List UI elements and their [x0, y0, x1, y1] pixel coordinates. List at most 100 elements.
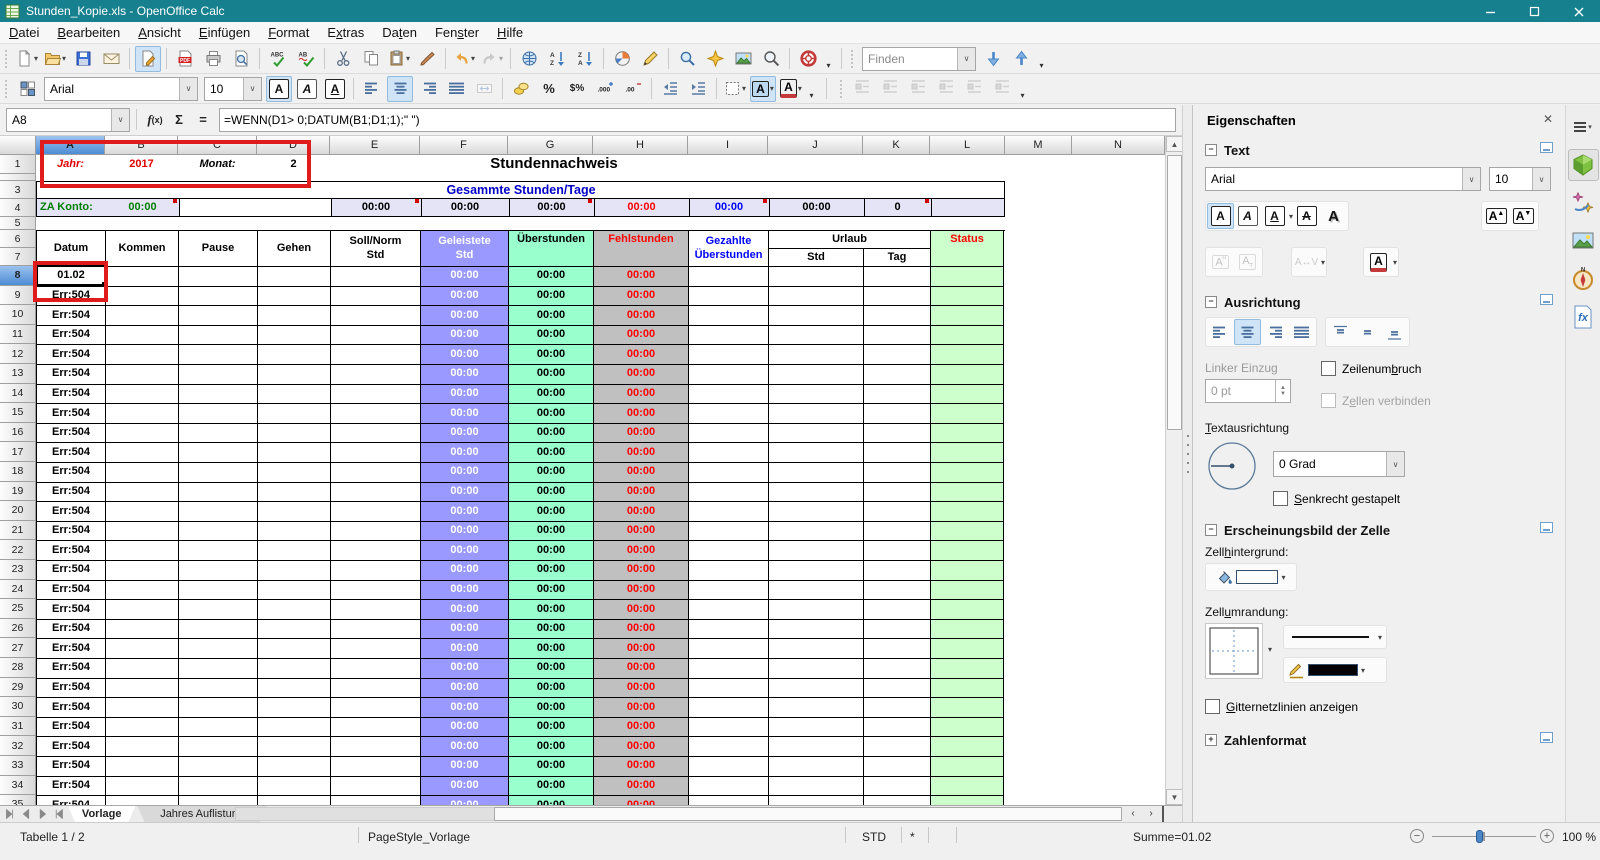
cell-d34[interactable]: [258, 776, 331, 797]
toolbar-overflow-button[interactable]: ▾: [1016, 76, 1029, 102]
cell-c33[interactable]: [179, 757, 258, 777]
cell-f25[interactable]: 00:00: [421, 600, 509, 620]
row-header-24[interactable]: 24: [0, 579, 36, 600]
cell-l31[interactable]: [931, 717, 1004, 738]
cell-l17[interactable]: [931, 443, 1004, 463]
cell-i28[interactable]: [689, 659, 769, 679]
cell-h18[interactable]: 00:00: [594, 463, 689, 483]
cell-h17[interactable]: 00:00: [594, 443, 689, 463]
cell-e17[interactable]: [331, 443, 421, 463]
standard-format-button[interactable]: $%: [564, 76, 590, 102]
cell-b24[interactable]: [106, 580, 179, 601]
cell-e23[interactable]: [331, 561, 421, 581]
tab-first-button[interactable]: [2, 806, 18, 822]
function-wizard-button[interactable]: f (x): [143, 109, 167, 131]
cell-k16[interactable]: [864, 423, 931, 444]
strikethrough-button[interactable]: A: [1293, 203, 1320, 229]
row-header-30[interactable]: 30: [0, 697, 36, 717]
cell-g30[interactable]: 00:00: [509, 698, 594, 718]
cell-c19[interactable]: [179, 482, 258, 503]
cell-d30[interactable]: [258, 698, 331, 718]
dialog-launcher-icon[interactable]: [1540, 142, 1553, 153]
zoom-out-button[interactable]: −: [1410, 829, 1424, 843]
cell-l20[interactable]: [931, 502, 1004, 522]
cell-c17[interactable]: [179, 443, 258, 463]
column-header-M[interactable]: M: [1005, 136, 1072, 155]
cell-i12[interactable]: [689, 345, 769, 365]
cell-a22[interactable]: Err:504: [37, 541, 106, 561]
cell-h30[interactable]: 00:00: [594, 698, 689, 718]
cell-h24[interactable]: 00:00: [594, 580, 689, 601]
cell-e27[interactable]: [331, 639, 421, 659]
cell-f33[interactable]: 00:00: [421, 757, 509, 777]
cell-h28[interactable]: 00:00: [594, 659, 689, 679]
cell-g25[interactable]: 00:00: [509, 600, 594, 620]
cell-g14[interactable]: 00:00: [509, 384, 594, 405]
cell-j35[interactable]: [769, 796, 864, 805]
styles-formatting-tab[interactable]: [1568, 187, 1599, 219]
cell-h26[interactable]: 00:00: [594, 619, 689, 640]
table-header-soll-norm-std[interactable]: Soll/Norm Std: [331, 231, 421, 267]
rotation-combobox[interactable]: 0 Grad ∨: [1273, 451, 1405, 477]
cell-h29[interactable]: 00:00: [594, 678, 689, 699]
cell-k29[interactable]: [864, 678, 931, 699]
row-header-26[interactable]: 26: [0, 618, 36, 639]
cell-j21[interactable]: [769, 521, 864, 542]
cell-f32[interactable]: 00:00: [421, 737, 509, 757]
cell-k32[interactable]: [864, 737, 931, 757]
cell-a10[interactable]: Err:504: [37, 306, 106, 326]
cell-h25[interactable]: 00:00: [594, 600, 689, 620]
cell-k28[interactable]: [864, 659, 931, 679]
print-button[interactable]: [200, 46, 226, 72]
cell-c11[interactable]: [179, 325, 258, 346]
cell-l27[interactable]: [931, 639, 1004, 659]
cell-i16[interactable]: [689, 423, 769, 444]
cell-c4-d4-empty[interactable]: [179, 199, 331, 216]
cell-h19[interactable]: 00:00: [594, 482, 689, 503]
superscript-button[interactable]: Aᴴ: [1207, 249, 1234, 275]
navigator-button[interactable]: [702, 46, 728, 72]
close-button[interactable]: [1556, 0, 1600, 22]
cell-f17[interactable]: 00:00: [421, 443, 509, 463]
cell-e32[interactable]: [331, 737, 421, 757]
cell-e35[interactable]: [331, 796, 421, 805]
page-preview-button[interactable]: [228, 46, 254, 72]
show-gridlines-checkbox[interactable]: Gitternetzlinien anzeigen: [1205, 699, 1358, 714]
cell-j32[interactable]: [769, 737, 864, 757]
cell-b8[interactable]: [106, 267, 179, 287]
cell-e10[interactable]: [331, 306, 421, 326]
cell-d25[interactable]: [258, 600, 331, 620]
valign-bottom-button[interactable]: [1381, 319, 1408, 345]
cell-f34[interactable]: 00:00: [421, 776, 509, 797]
section-cell-appearance[interactable]: − Erscheinungsbild der Zelle: [1193, 519, 1566, 541]
cell-l16[interactable]: [931, 423, 1004, 444]
cell-k23[interactable]: [864, 561, 931, 581]
cell-e21[interactable]: [331, 521, 421, 542]
cell-i4-total[interactable]: 00:00: [689, 199, 769, 216]
section-number-format[interactable]: + Zahlenformat: [1193, 729, 1566, 751]
cell-k34[interactable]: [864, 776, 931, 797]
cell-e9[interactable]: [331, 286, 421, 307]
cell-d23[interactable]: [258, 561, 331, 581]
valign-middle-button[interactable]: [1354, 319, 1381, 345]
pane-splitter[interactable]: [1162, 806, 1164, 822]
cell-i19[interactable]: [689, 482, 769, 503]
cell-k17[interactable]: [864, 443, 931, 463]
cell-g35[interactable]: 00:00: [509, 796, 594, 805]
font-decrease-button[interactable]: A▼: [1510, 203, 1537, 229]
row-header-12[interactable]: 12: [0, 344, 36, 364]
collapse-icon[interactable]: −: [1205, 524, 1217, 536]
row-header-14[interactable]: 14: [0, 383, 36, 404]
cell-a34[interactable]: Err:504: [37, 776, 106, 797]
cell-d10[interactable]: [258, 306, 331, 326]
row-header-23[interactable]: 23: [0, 560, 36, 580]
cell-h16[interactable]: 00:00: [594, 423, 689, 444]
table-header-pause[interactable]: Pause: [179, 231, 258, 267]
obj-align-center-button[interactable]: [877, 76, 903, 102]
row-header-21[interactable]: 21: [0, 520, 36, 541]
cell-c18[interactable]: [179, 463, 258, 483]
cell-j10[interactable]: [769, 306, 864, 326]
cell-e14[interactable]: [331, 384, 421, 405]
cell-l25[interactable]: [931, 600, 1004, 620]
row-header-5[interactable]: 5: [0, 217, 36, 230]
